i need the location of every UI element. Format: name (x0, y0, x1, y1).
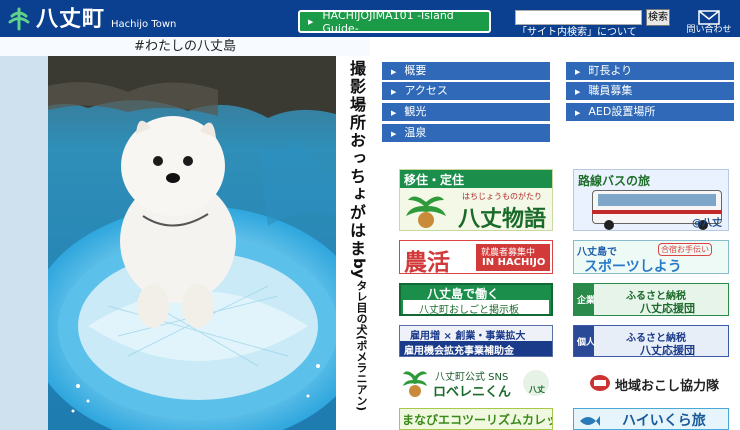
mail-icon (698, 10, 720, 25)
banner-koyou-line1: 雇用増 × 創業・事業拡大 (410, 331, 526, 342)
banner-iju-line3: 八丈物語 (458, 206, 547, 231)
site-logo[interactable]: 八丈町 Hachijo Town (6, 6, 176, 32)
banner-sports-line3: スポーツしよう (584, 259, 682, 274)
menu-label: AED設置場所 (588, 105, 656, 118)
banner-noukatsu[interactable]: 農活 就農者募集中 IN HACHIJO (399, 240, 553, 274)
photo-by: by (350, 258, 368, 279)
banner-chiiki-okoshi[interactable]: 地域おこし協力隊 (573, 366, 729, 401)
search-about-link[interactable]: 「サイト内検索」について (517, 27, 637, 38)
triangle-right-icon: ▶ (391, 130, 397, 138)
banner-sns-line3: 八丈 (529, 385, 545, 394)
banner-furusato-ind-tag: 個人 (577, 338, 596, 348)
menu-label: 職員募集 (588, 84, 633, 97)
left-margin-strip (0, 56, 48, 430)
banner-employment-subsidy[interactable]: 雇用増 × 創業・事業拡大 雇用機会拡充事業補助金 (399, 325, 553, 357)
triangle-right-icon: ▶ (575, 88, 581, 96)
banner-sports-line2: 合宿お手伝い (658, 243, 712, 256)
contact-label: 問い合わせ (686, 25, 732, 35)
search-button[interactable]: 検索 (646, 9, 670, 26)
logo-title: 八丈町 (36, 7, 106, 32)
banner-furusato-corporate[interactable]: 企業 ふるさと納税 八丈応援団 (573, 283, 729, 316)
banner-noukatsu-line1: 農活 (404, 249, 450, 274)
banner-official-sns[interactable]: 八丈町公式 SNS ロベレニくん 八丈 (399, 366, 553, 401)
community-logo-icon (590, 375, 610, 391)
triangle-right-icon: ▶ (575, 68, 581, 76)
banner-sports[interactable]: 八丈島で 合宿お手伝い スポーツしよう (573, 240, 729, 274)
triangle-right-icon: ▶ (308, 17, 314, 26)
banner-iju-teiju[interactable]: 移住・定住 はちじょうものがたり 八丈物語 (399, 169, 553, 231)
menu-recruitment[interactable]: ▶ 職員募集 (566, 82, 734, 100)
menu-sightseeing[interactable]: ▶ 観光 (382, 103, 550, 121)
triangle-right-icon: ▶ (391, 88, 397, 96)
photo-caption: #わたしの八丈島 (0, 37, 370, 56)
plant-mascot-icon (403, 371, 427, 397)
menu-hot-springs[interactable]: ▶ 温泉 (382, 124, 550, 142)
banner-ikura-trip[interactable]: ハイいくら旅 (573, 408, 729, 430)
triangle-right-icon: ▶ (391, 109, 397, 117)
site-header: 八丈町 Hachijo Town ▶ HACHIJOJIMA101 -Islan… (0, 0, 740, 38)
fish-icon (580, 416, 600, 426)
menu-overview[interactable]: ▶ 概要 (382, 62, 550, 80)
banner-eco-line1: まなびエコツーリズムカレッジ (402, 413, 552, 427)
banner-work-board[interactable]: 八丈島で働く 八丈町おしごと掲示板 (399, 283, 553, 316)
triangle-right-icon: ▶ (391, 68, 397, 76)
logo-subtitle: Hachijo Town (111, 19, 177, 30)
island-guide-label: HACHIJOJIMA101 -Island Guide- (322, 8, 454, 35)
contact-button[interactable]: 問い合わせ (684, 10, 734, 35)
menu-access[interactable]: ▶ アクセス (382, 82, 550, 100)
banner-furusato-ind-line2: 八丈応援団 (640, 344, 695, 357)
page: 八丈町 Hachijo Town ▶ HACHIJOJIMA101 -Islan… (0, 0, 740, 430)
banner-furusato-corp-line2: 八丈応援団 (640, 302, 695, 315)
banner-bus-trip[interactable]: 路線バスの旅 @八丈 (573, 169, 729, 231)
banner-noukatsu-line3: IN HACHIJO (482, 257, 546, 268)
banner-eco-tourism[interactable]: まなびエコツーリズムカレッジ (399, 408, 553, 430)
town-emblem-icon (8, 7, 30, 31)
banner-iju-line1: 移住・定住 (404, 173, 465, 187)
featured-photo (48, 56, 336, 430)
island-guide-button[interactable]: ▶ HACHIJOJIMA101 -Island Guide- (298, 8, 491, 35)
banner-furusato-corp-tag: 企業 (577, 296, 596, 306)
menu-label: アクセス (404, 84, 448, 97)
banner-chiiki-line1: 地域おこし協力隊 (615, 379, 720, 394)
menu-label: 観光 (404, 105, 427, 118)
menu-mayor[interactable]: ▶ 町長より (566, 62, 734, 80)
triangle-right-icon: ▶ (575, 109, 581, 117)
banner-bus-line1: 路線バスの旅 (578, 174, 651, 188)
banner-furusato-individual[interactable]: 個人 ふるさと納税 八丈応援団 (573, 325, 729, 357)
site-search-input[interactable] (515, 10, 642, 25)
banner-bus-line2: @八丈 (692, 218, 722, 229)
menu-label: 概要 (404, 64, 427, 77)
plant-mascot-icon (406, 196, 446, 228)
menu-label: 町長より (588, 64, 633, 77)
menu-aed-locations[interactable]: ▶ AED設置場所 (566, 103, 734, 121)
photo-credit: タレ目の犬(ポメラニアン) (355, 280, 368, 412)
banner-work-line2: 八丈町おしごと掲示板 (419, 305, 519, 316)
banner-koyou-line2: 雇用機会拡充事業補助金 (404, 346, 514, 357)
banner-ikura-line1: ハイいくら旅 (622, 413, 706, 429)
banner-sns-line2: ロベレニくん (433, 385, 512, 400)
photo-location: 撮影場所おっちょがはま (347, 60, 366, 258)
menu-label: 温泉 (404, 126, 427, 139)
